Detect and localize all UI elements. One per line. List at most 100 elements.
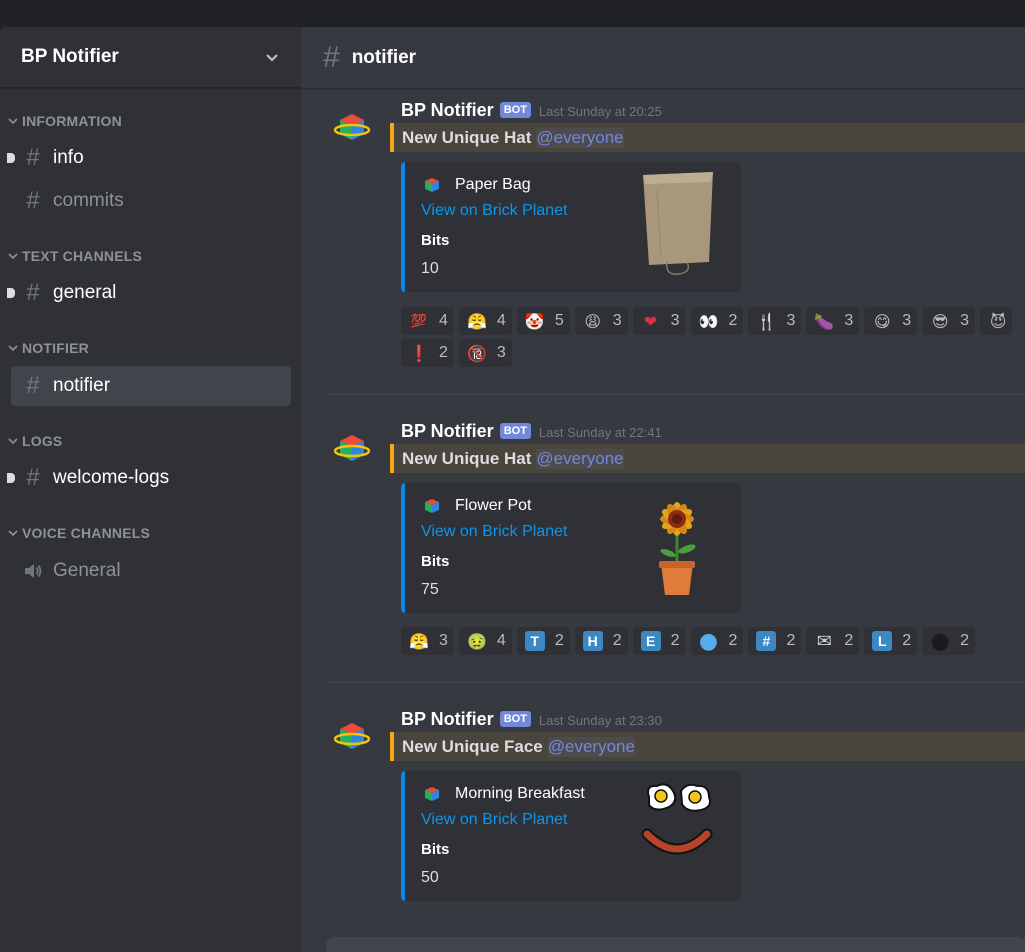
paper-bag-thumbnail[interactable]: [637, 170, 717, 275]
channel-label: General: [53, 560, 121, 581]
author-name[interactable]: BP Notifier: [401, 100, 494, 121]
reaction[interactable]: 😤 3: [401, 627, 454, 655]
everyone-mention[interactable]: @everyone: [536, 127, 624, 148]
chevron-down-icon: [8, 253, 18, 260]
black-circle-icon: ●: [930, 628, 950, 654]
mention-highlight: New Unique Hat @everyone: [390, 123, 1025, 152]
regional-l-icon: L: [872, 631, 893, 651]
category-notifier[interactable]: NOTIFIER: [8, 340, 89, 356]
face-savoring-food-icon: 😋: [873, 311, 891, 331]
reaction[interactable]: 💯 4: [401, 307, 454, 335]
window-top-strip: [0, 0, 1025, 27]
hash-icon: #: [323, 40, 340, 74]
reaction[interactable]: 🤢 4: [458, 627, 512, 655]
category-logs[interactable]: LOGS: [8, 433, 62, 449]
message-header: BP Notifier BOT Last Sunday at 23:30: [401, 709, 662, 730]
server-name: BP Notifier: [21, 46, 119, 67]
message-title: New Unique Hat: [402, 127, 532, 147]
category-text-channels[interactable]: TEXT CHANNELS: [8, 248, 142, 264]
reaction[interactable]: 🤡 5: [516, 307, 570, 335]
keycap-hash-icon: #: [756, 631, 777, 651]
channel-info[interactable]: # info: [7, 138, 291, 178]
channel-label: notifier: [53, 375, 111, 396]
embed-author: Flower Pot: [421, 495, 531, 517]
channel-notifier[interactable]: # notifier: [11, 366, 291, 406]
reaction[interactable]: L2: [864, 627, 918, 655]
chevron-down-icon: [8, 118, 18, 125]
bot-avatar[interactable]: [332, 429, 372, 469]
embed-field-name: Bits: [421, 841, 450, 858]
reaction[interactable]: E2: [632, 627, 686, 655]
reaction[interactable]: ✉ 2: [806, 627, 860, 655]
reaction[interactable]: 🔞 3: [458, 339, 512, 367]
embed-link[interactable]: View on Brick Planet: [421, 523, 567, 541]
face-with-steam-icon: 😤: [466, 311, 487, 331]
reaction[interactable]: 😤 4: [458, 307, 512, 335]
reaction[interactable]: ❤ 3: [632, 307, 686, 335]
author-name[interactable]: BP Notifier: [401, 709, 494, 730]
embed-author: Morning Breakfast: [421, 783, 585, 805]
bot-tag: BOT: [499, 423, 531, 439]
reaction[interactable]: 😎 3: [922, 307, 976, 335]
voice-channel-general[interactable]: General: [11, 551, 291, 591]
reaction-count: 2: [728, 312, 738, 329]
keycap-letter: T: [524, 631, 545, 651]
flower-pot-thumbnail[interactable]: [637, 491, 717, 596]
reaction-count: 3: [496, 344, 506, 361]
channel-general[interactable]: # general: [7, 273, 291, 313]
channel-commits[interactable]: # commits: [11, 181, 291, 221]
embed-field-value: 50: [421, 869, 439, 886]
author-name[interactable]: BP Notifier: [401, 421, 494, 442]
reaction[interactable]: 🍆 3: [806, 307, 860, 335]
timestamp: Last Sunday at 22:41: [538, 425, 662, 440]
mention-highlight: New Unique Face @everyone: [390, 732, 1025, 761]
reaction[interactable]: 👀 2: [690, 307, 744, 335]
reaction[interactable]: 😈: [980, 307, 1013, 335]
reaction[interactable]: #2: [748, 627, 802, 655]
message-header: BP Notifier BOT Last Sunday at 22:41: [401, 421, 662, 442]
reaction[interactable]: 🍴 3: [748, 307, 802, 335]
timestamp: Last Sunday at 23:30: [538, 713, 662, 728]
server-header[interactable]: BP Notifier: [0, 27, 301, 88]
reaction[interactable]: ❗ 2: [401, 339, 454, 367]
reaction[interactable]: H2: [574, 627, 628, 655]
no-under-eighteen-icon: 🔞: [466, 343, 487, 363]
reaction-count: 2: [786, 632, 796, 649]
unread-indicator: [7, 288, 15, 298]
regional-e-icon: E: [640, 631, 661, 651]
reaction[interactable]: T2: [516, 627, 570, 655]
embed-field-value: 10: [421, 260, 439, 277]
everyone-mention[interactable]: @everyone: [536, 448, 624, 469]
reaction-count: 4: [496, 632, 506, 649]
bot-avatar[interactable]: [332, 108, 372, 148]
reaction[interactable]: ● 2: [690, 627, 744, 655]
reaction[interactable]: ● 2: [922, 627, 976, 655]
chevron-down-icon: [266, 54, 278, 62]
category-information[interactable]: INFORMATION: [8, 113, 122, 129]
message-divider: [328, 394, 1025, 395]
message-header: BP Notifier BOT Last Sunday at 20:25: [401, 100, 662, 121]
embed-link[interactable]: View on Brick Planet: [421, 811, 567, 829]
bot-avatar[interactable]: [332, 717, 372, 757]
morning-breakfast-face-thumbnail[interactable]: [637, 779, 717, 884]
regional-t-icon: T: [524, 631, 545, 651]
envelope-icon: ✉: [816, 630, 832, 652]
embed-field-name: Bits: [421, 232, 450, 249]
channel-welcome-logs[interactable]: # welcome-logs: [7, 458, 291, 498]
keycap-letter: L: [872, 631, 893, 651]
message-input-area[interactable]: [326, 937, 1025, 952]
category-voice-channels[interactable]: VOICE CHANNELS: [8, 525, 150, 541]
reaction-count: 3: [786, 312, 796, 329]
reaction[interactable]: 😩 3: [574, 307, 628, 335]
reaction-count: 2: [612, 632, 622, 649]
everyone-mention[interactable]: @everyone: [547, 736, 635, 757]
message-title: New Unique Hat: [402, 448, 532, 468]
reaction-count: 3: [670, 312, 680, 329]
channel-header: # notifier: [301, 27, 1025, 88]
embed-link[interactable]: View on Brick Planet: [421, 202, 567, 220]
hash-icon: #: [26, 372, 40, 399]
clown-face-icon: 🤡: [524, 311, 545, 331]
embed-item-name: Flower Pot: [455, 497, 532, 514]
category-label: TEXT CHANNELS: [22, 248, 143, 264]
reaction[interactable]: 😋 3: [864, 307, 918, 335]
